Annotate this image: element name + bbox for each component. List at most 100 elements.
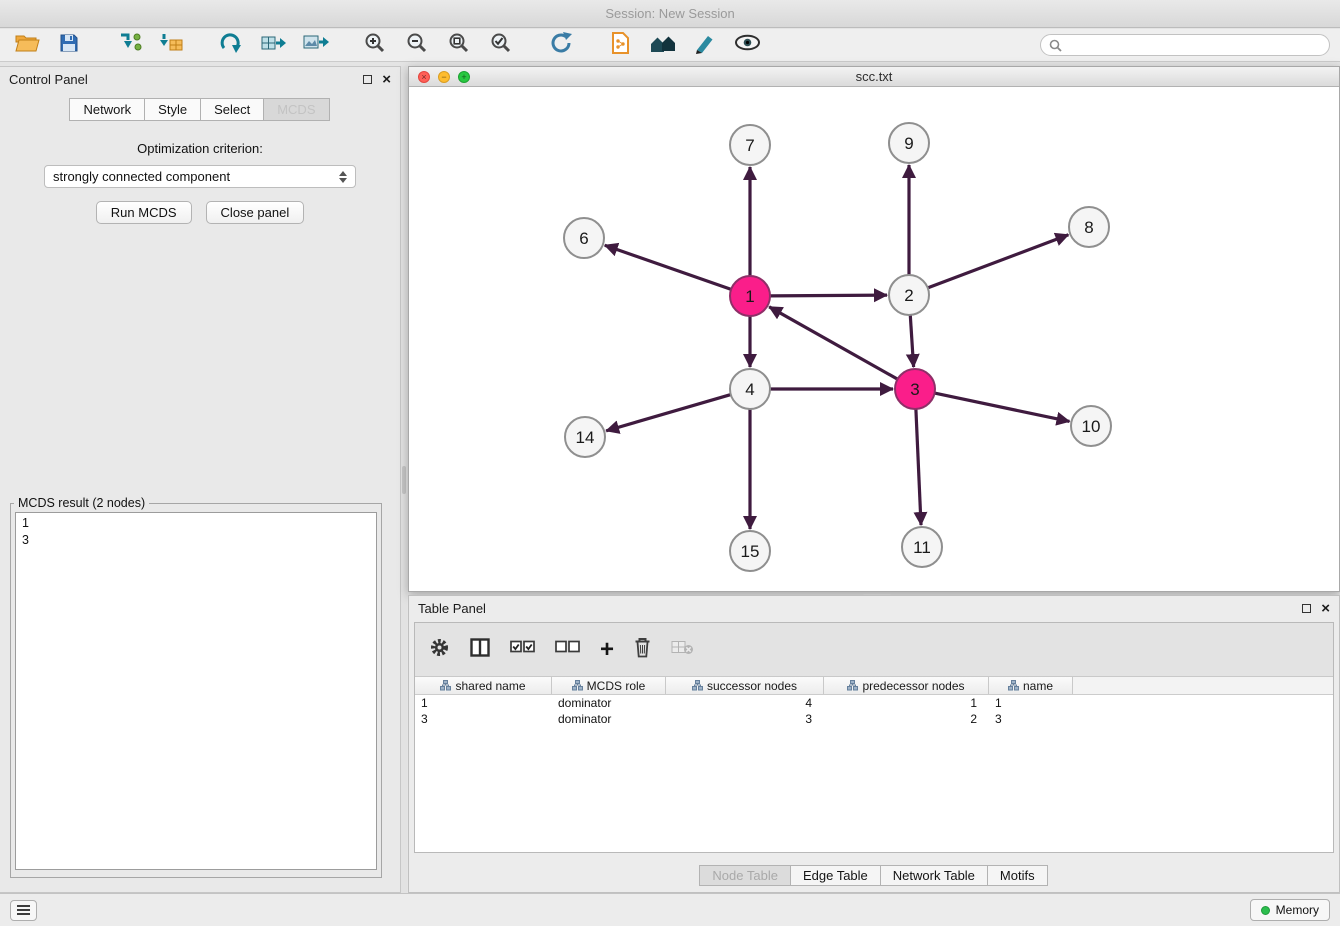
open-session-button[interactable]: [10, 31, 44, 59]
edge-1-2[interactable]: [770, 295, 887, 296]
zoom-in-button[interactable]: [358, 31, 392, 59]
export-image-icon: [302, 32, 329, 59]
criterion-select[interactable]: strongly connected component: [44, 165, 356, 188]
edge-4-14[interactable]: [606, 395, 731, 431]
svg-text:14: 14: [576, 428, 595, 447]
zoom-window-icon[interactable]: +: [458, 71, 470, 83]
status-bar: Memory: [0, 893, 1340, 926]
show-column-panel-button[interactable]: [470, 635, 490, 665]
tab-node-table[interactable]: Node Table: [699, 865, 791, 886]
add-column-button[interactable]: +: [600, 635, 614, 665]
cell[interactable]: dominator: [552, 711, 666, 727]
table-settings-button[interactable]: [429, 635, 450, 665]
cell[interactable]: dominator: [552, 695, 666, 711]
delete-column-button[interactable]: [634, 635, 651, 665]
column-edit-icon[interactable]: [440, 680, 451, 691]
column-edit-icon[interactable]: [847, 680, 858, 691]
import-table-button[interactable]: [154, 31, 188, 59]
close-panel-button[interactable]: Close panel: [206, 201, 305, 224]
delete-table-button-disabled[interactable]: [671, 635, 694, 665]
import-table-icon: [158, 32, 184, 59]
cell[interactable]: 1: [824, 695, 989, 711]
mcds-result-list[interactable]: 1 3: [15, 512, 377, 870]
column-header-2[interactable]: successor nodes: [666, 677, 824, 694]
column-edit-icon[interactable]: [572, 680, 583, 691]
save-icon: [59, 33, 79, 58]
network-canvas[interactable]: 7 9 6 8 1 2 4 3 14 10 15 11: [409, 87, 1339, 591]
save-session-button[interactable]: [52, 31, 86, 59]
show-graphics-details-button[interactable]: [730, 31, 764, 59]
deselect-all-button[interactable]: [555, 635, 580, 665]
edge-2-3[interactable]: [910, 315, 913, 367]
search-input[interactable]: [1068, 37, 1321, 53]
tab-edge-table[interactable]: Edge Table: [790, 865, 881, 886]
tab-network[interactable]: Network: [69, 98, 145, 121]
column-header-3[interactable]: predecessor nodes: [824, 677, 989, 694]
tab-select[interactable]: Select: [200, 98, 264, 121]
copy-network-button[interactable]: [604, 31, 638, 59]
edge-1-6[interactable]: [605, 245, 731, 289]
graph-node-4[interactable]: 4: [730, 369, 770, 409]
control-panel-tabs: NetworkStyleSelectMCDS: [0, 98, 400, 121]
export-table-button[interactable]: [256, 31, 290, 59]
graph-node-14[interactable]: 14: [565, 417, 605, 457]
graph-node-15[interactable]: 15: [730, 531, 770, 571]
minimize-window-icon[interactable]: −: [438, 71, 450, 83]
edge-3-1[interactable]: [769, 307, 897, 379]
cell[interactable]: 1: [989, 695, 1073, 711]
graph-node-11[interactable]: 11: [902, 527, 942, 567]
tab-motifs[interactable]: Motifs: [987, 865, 1048, 886]
cell[interactable]: 3: [666, 711, 824, 727]
tab-network-table[interactable]: Network Table: [880, 865, 988, 886]
column-panel-icon: [470, 638, 490, 662]
table-row-0[interactable]: 1dominator411: [415, 695, 1333, 711]
tab-style[interactable]: Style: [144, 98, 201, 121]
tab-mcds[interactable]: MCDS: [263, 98, 329, 121]
cell[interactable]: 3: [989, 711, 1073, 727]
zoom-fit-button[interactable]: [442, 31, 476, 59]
edge-3-10[interactable]: [935, 393, 1070, 421]
graph-node-1[interactable]: 1: [730, 276, 770, 316]
table-row-1[interactable]: 3dominator323: [415, 711, 1333, 727]
apply-style-button[interactable]: [688, 31, 722, 59]
cell[interactable]: 2: [824, 711, 989, 727]
edge-3-11[interactable]: [916, 409, 921, 525]
column-edit-icon[interactable]: [692, 680, 703, 691]
edge-2-8[interactable]: [928, 235, 1069, 288]
graph-node-8[interactable]: 8: [1069, 207, 1109, 247]
table-body: 1dominator4113dominator323: [415, 695, 1333, 727]
column-header-0[interactable]: shared name: [415, 677, 552, 694]
cell[interactable]: 4: [666, 695, 824, 711]
column-label: shared name: [455, 679, 525, 693]
cell[interactable]: 3: [415, 711, 552, 727]
apply-layout-button[interactable]: [544, 31, 578, 59]
column-header-1[interactable]: MCDS role: [552, 677, 666, 694]
zoom-out-button[interactable]: [400, 31, 434, 59]
search-box[interactable]: [1040, 34, 1330, 56]
column-edit-icon[interactable]: [1008, 680, 1019, 691]
import-network-button[interactable]: [112, 31, 146, 59]
graph-node-3[interactable]: 3: [895, 369, 935, 409]
graph-node-9[interactable]: 9: [889, 123, 929, 163]
graph-node-7[interactable]: 7: [730, 125, 770, 165]
memory-button[interactable]: Memory: [1250, 899, 1330, 921]
float-table-panel-icon[interactable]: [1302, 604, 1311, 613]
graph-node-6[interactable]: 6: [564, 218, 604, 258]
column-header-4[interactable]: name: [989, 677, 1073, 694]
graph-node-10[interactable]: 10: [1071, 406, 1111, 446]
float-panel-icon[interactable]: [363, 75, 372, 84]
close-panel-icon[interactable]: ×: [382, 72, 391, 87]
first-neighbors-button[interactable]: [214, 31, 248, 59]
graph-node-2[interactable]: 2: [889, 275, 929, 315]
panel-menu-button[interactable]: [10, 900, 37, 921]
window-title: Session: New Session: [605, 6, 734, 21]
close-window-icon[interactable]: ×: [418, 71, 430, 83]
network-window-titlebar[interactable]: scc.txt × − +: [409, 67, 1339, 87]
export-image-button[interactable]: [298, 31, 332, 59]
select-all-button[interactable]: [510, 635, 535, 665]
close-table-panel-icon[interactable]: ×: [1321, 601, 1330, 616]
run-mcds-button[interactable]: Run MCDS: [96, 201, 192, 224]
zoom-selected-button[interactable]: [484, 31, 518, 59]
cell[interactable]: 1: [415, 695, 552, 711]
ndex-button[interactable]: [646, 31, 680, 59]
